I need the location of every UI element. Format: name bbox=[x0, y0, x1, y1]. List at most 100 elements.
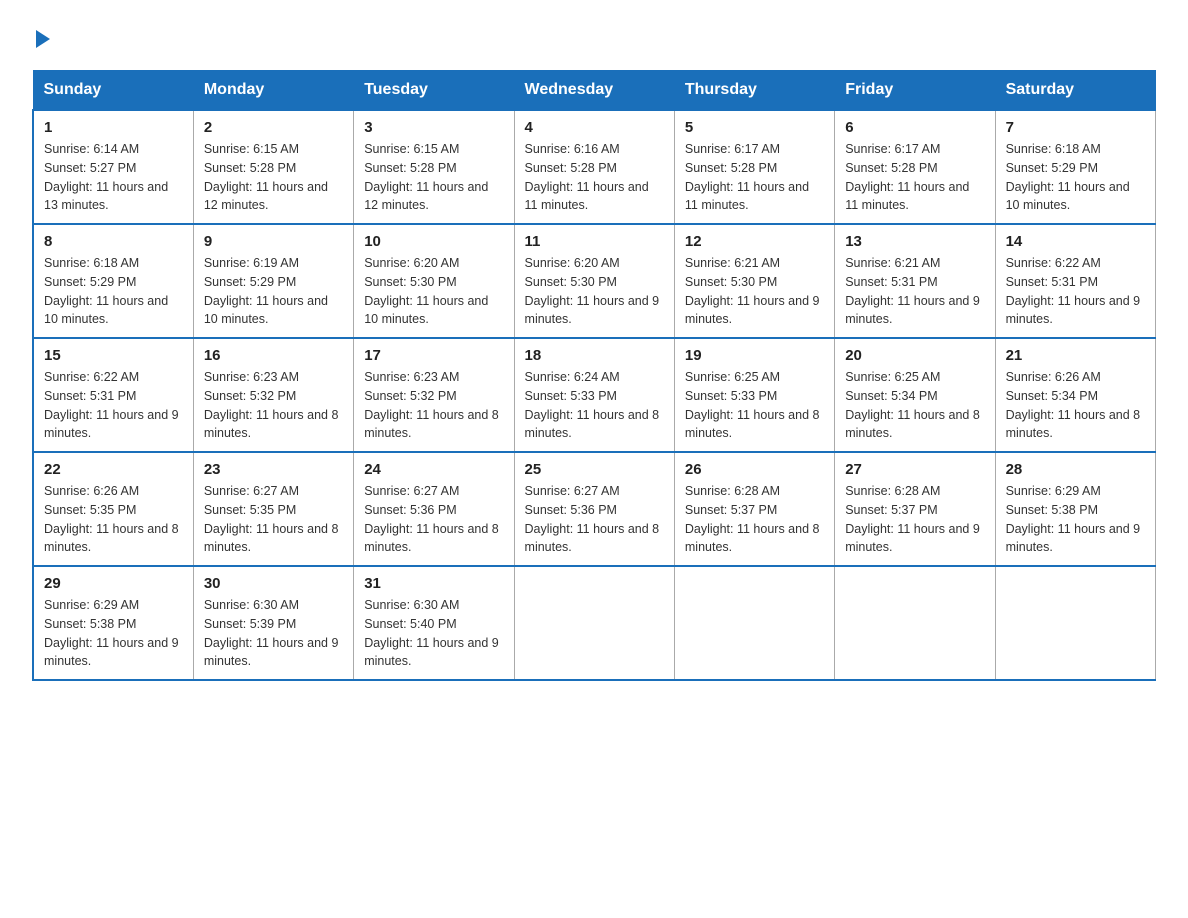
day-info: Sunrise: 6:15 AM Sunset: 5:28 PM Dayligh… bbox=[364, 140, 503, 215]
day-info: Sunrise: 6:18 AM Sunset: 5:29 PM Dayligh… bbox=[44, 254, 183, 329]
day-number: 11 bbox=[525, 233, 664, 250]
day-number: 4 bbox=[525, 119, 664, 136]
day-info: Sunrise: 6:23 AM Sunset: 5:32 PM Dayligh… bbox=[364, 368, 503, 443]
day-number: 13 bbox=[845, 233, 984, 250]
header-friday: Friday bbox=[835, 71, 995, 111]
day-number: 1 bbox=[44, 119, 183, 136]
calendar-header-row: SundayMondayTuesdayWednesdayThursdayFrid… bbox=[33, 71, 1156, 111]
calendar-day-cell: 1 Sunrise: 6:14 AM Sunset: 5:27 PM Dayli… bbox=[33, 110, 193, 224]
day-info: Sunrise: 6:20 AM Sunset: 5:30 PM Dayligh… bbox=[364, 254, 503, 329]
calendar-week-row: 8 Sunrise: 6:18 AM Sunset: 5:29 PM Dayli… bbox=[33, 224, 1156, 338]
calendar-empty-cell bbox=[674, 566, 834, 680]
day-info: Sunrise: 6:14 AM Sunset: 5:27 PM Dayligh… bbox=[44, 140, 183, 215]
header-tuesday: Tuesday bbox=[354, 71, 514, 111]
calendar-empty-cell bbox=[835, 566, 995, 680]
calendar-day-cell: 21 Sunrise: 6:26 AM Sunset: 5:34 PM Dayl… bbox=[995, 338, 1155, 452]
day-info: Sunrise: 6:20 AM Sunset: 5:30 PM Dayligh… bbox=[525, 254, 664, 329]
logo bbox=[32, 30, 50, 50]
day-number: 23 bbox=[204, 461, 343, 478]
calendar-day-cell: 19 Sunrise: 6:25 AM Sunset: 5:33 PM Dayl… bbox=[674, 338, 834, 452]
calendar-empty-cell bbox=[995, 566, 1155, 680]
calendar-day-cell: 27 Sunrise: 6:28 AM Sunset: 5:37 PM Dayl… bbox=[835, 452, 995, 566]
day-number: 19 bbox=[685, 347, 824, 364]
day-info: Sunrise: 6:30 AM Sunset: 5:39 PM Dayligh… bbox=[204, 596, 343, 671]
day-info: Sunrise: 6:24 AM Sunset: 5:33 PM Dayligh… bbox=[525, 368, 664, 443]
day-info: Sunrise: 6:30 AM Sunset: 5:40 PM Dayligh… bbox=[364, 596, 503, 671]
calendar-day-cell: 11 Sunrise: 6:20 AM Sunset: 5:30 PM Dayl… bbox=[514, 224, 674, 338]
day-info: Sunrise: 6:27 AM Sunset: 5:36 PM Dayligh… bbox=[525, 482, 664, 557]
day-info: Sunrise: 6:26 AM Sunset: 5:34 PM Dayligh… bbox=[1006, 368, 1145, 443]
calendar-day-cell: 2 Sunrise: 6:15 AM Sunset: 5:28 PM Dayli… bbox=[193, 110, 353, 224]
page-header bbox=[32, 24, 1156, 50]
day-info: Sunrise: 6:19 AM Sunset: 5:29 PM Dayligh… bbox=[204, 254, 343, 329]
calendar-day-cell: 24 Sunrise: 6:27 AM Sunset: 5:36 PM Dayl… bbox=[354, 452, 514, 566]
calendar-day-cell: 13 Sunrise: 6:21 AM Sunset: 5:31 PM Dayl… bbox=[835, 224, 995, 338]
calendar-day-cell: 12 Sunrise: 6:21 AM Sunset: 5:30 PM Dayl… bbox=[674, 224, 834, 338]
day-number: 9 bbox=[204, 233, 343, 250]
calendar-day-cell: 28 Sunrise: 6:29 AM Sunset: 5:38 PM Dayl… bbox=[995, 452, 1155, 566]
header-wednesday: Wednesday bbox=[514, 71, 674, 111]
day-info: Sunrise: 6:16 AM Sunset: 5:28 PM Dayligh… bbox=[525, 140, 664, 215]
calendar-day-cell: 6 Sunrise: 6:17 AM Sunset: 5:28 PM Dayli… bbox=[835, 110, 995, 224]
calendar-day-cell: 23 Sunrise: 6:27 AM Sunset: 5:35 PM Dayl… bbox=[193, 452, 353, 566]
day-number: 12 bbox=[685, 233, 824, 250]
calendar-day-cell: 16 Sunrise: 6:23 AM Sunset: 5:32 PM Dayl… bbox=[193, 338, 353, 452]
day-info: Sunrise: 6:27 AM Sunset: 5:35 PM Dayligh… bbox=[204, 482, 343, 557]
calendar-day-cell: 7 Sunrise: 6:18 AM Sunset: 5:29 PM Dayli… bbox=[995, 110, 1155, 224]
day-number: 10 bbox=[364, 233, 503, 250]
day-info: Sunrise: 6:29 AM Sunset: 5:38 PM Dayligh… bbox=[1006, 482, 1145, 557]
calendar-day-cell: 14 Sunrise: 6:22 AM Sunset: 5:31 PM Dayl… bbox=[995, 224, 1155, 338]
day-info: Sunrise: 6:25 AM Sunset: 5:34 PM Dayligh… bbox=[845, 368, 984, 443]
day-number: 3 bbox=[364, 119, 503, 136]
calendar-day-cell: 15 Sunrise: 6:22 AM Sunset: 5:31 PM Dayl… bbox=[33, 338, 193, 452]
day-info: Sunrise: 6:26 AM Sunset: 5:35 PM Dayligh… bbox=[44, 482, 183, 557]
day-info: Sunrise: 6:28 AM Sunset: 5:37 PM Dayligh… bbox=[845, 482, 984, 557]
calendar-day-cell: 25 Sunrise: 6:27 AM Sunset: 5:36 PM Dayl… bbox=[514, 452, 674, 566]
day-number: 24 bbox=[364, 461, 503, 478]
day-number: 25 bbox=[525, 461, 664, 478]
calendar-day-cell: 8 Sunrise: 6:18 AM Sunset: 5:29 PM Dayli… bbox=[33, 224, 193, 338]
day-number: 7 bbox=[1006, 119, 1145, 136]
calendar-day-cell: 10 Sunrise: 6:20 AM Sunset: 5:30 PM Dayl… bbox=[354, 224, 514, 338]
calendar-day-cell: 9 Sunrise: 6:19 AM Sunset: 5:29 PM Dayli… bbox=[193, 224, 353, 338]
day-number: 8 bbox=[44, 233, 183, 250]
day-info: Sunrise: 6:27 AM Sunset: 5:36 PM Dayligh… bbox=[364, 482, 503, 557]
header-thursday: Thursday bbox=[674, 71, 834, 111]
calendar-table: SundayMondayTuesdayWednesdayThursdayFrid… bbox=[32, 70, 1156, 681]
day-info: Sunrise: 6:25 AM Sunset: 5:33 PM Dayligh… bbox=[685, 368, 824, 443]
calendar-day-cell: 4 Sunrise: 6:16 AM Sunset: 5:28 PM Dayli… bbox=[514, 110, 674, 224]
day-info: Sunrise: 6:22 AM Sunset: 5:31 PM Dayligh… bbox=[44, 368, 183, 443]
day-number: 18 bbox=[525, 347, 664, 364]
day-info: Sunrise: 6:15 AM Sunset: 5:28 PM Dayligh… bbox=[204, 140, 343, 215]
day-number: 21 bbox=[1006, 347, 1145, 364]
calendar-day-cell: 29 Sunrise: 6:29 AM Sunset: 5:38 PM Dayl… bbox=[33, 566, 193, 680]
calendar-day-cell: 5 Sunrise: 6:17 AM Sunset: 5:28 PM Dayli… bbox=[674, 110, 834, 224]
day-info: Sunrise: 6:18 AM Sunset: 5:29 PM Dayligh… bbox=[1006, 140, 1145, 215]
day-number: 31 bbox=[364, 575, 503, 592]
day-number: 15 bbox=[44, 347, 183, 364]
day-info: Sunrise: 6:22 AM Sunset: 5:31 PM Dayligh… bbox=[1006, 254, 1145, 329]
header-saturday: Saturday bbox=[995, 71, 1155, 111]
header-monday: Monday bbox=[193, 71, 353, 111]
header-sunday: Sunday bbox=[33, 71, 193, 111]
day-number: 2 bbox=[204, 119, 343, 136]
day-info: Sunrise: 6:29 AM Sunset: 5:38 PM Dayligh… bbox=[44, 596, 183, 671]
day-number: 26 bbox=[685, 461, 824, 478]
calendar-day-cell: 20 Sunrise: 6:25 AM Sunset: 5:34 PM Dayl… bbox=[835, 338, 995, 452]
day-number: 30 bbox=[204, 575, 343, 592]
day-info: Sunrise: 6:28 AM Sunset: 5:37 PM Dayligh… bbox=[685, 482, 824, 557]
calendar-day-cell: 3 Sunrise: 6:15 AM Sunset: 5:28 PM Dayli… bbox=[354, 110, 514, 224]
day-info: Sunrise: 6:17 AM Sunset: 5:28 PM Dayligh… bbox=[685, 140, 824, 215]
calendar-week-row: 22 Sunrise: 6:26 AM Sunset: 5:35 PM Dayl… bbox=[33, 452, 1156, 566]
day-info: Sunrise: 6:21 AM Sunset: 5:30 PM Dayligh… bbox=[685, 254, 824, 329]
day-number: 20 bbox=[845, 347, 984, 364]
logo-triangle-icon bbox=[36, 30, 50, 48]
day-info: Sunrise: 6:23 AM Sunset: 5:32 PM Dayligh… bbox=[204, 368, 343, 443]
day-number: 14 bbox=[1006, 233, 1145, 250]
calendar-day-cell: 22 Sunrise: 6:26 AM Sunset: 5:35 PM Dayl… bbox=[33, 452, 193, 566]
calendar-week-row: 29 Sunrise: 6:29 AM Sunset: 5:38 PM Dayl… bbox=[33, 566, 1156, 680]
calendar-day-cell: 18 Sunrise: 6:24 AM Sunset: 5:33 PM Dayl… bbox=[514, 338, 674, 452]
calendar-day-cell: 26 Sunrise: 6:28 AM Sunset: 5:37 PM Dayl… bbox=[674, 452, 834, 566]
day-number: 27 bbox=[845, 461, 984, 478]
day-number: 29 bbox=[44, 575, 183, 592]
